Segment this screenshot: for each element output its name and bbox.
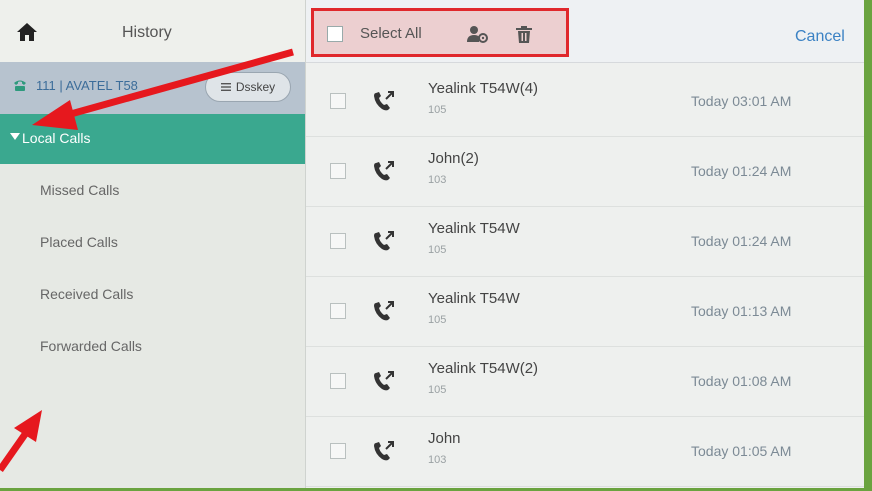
phone-screen: History 111 | AVATEL T58 Dsskey Local Ca… <box>0 0 864 488</box>
annotation-arrow-head-2 <box>14 410 42 442</box>
annotation-arrow-line <box>59 48 294 121</box>
annotation-arrows <box>0 48 294 473</box>
annotation-arrow-head <box>32 100 78 130</box>
annotation-arrow-line-2 <box>0 427 31 473</box>
